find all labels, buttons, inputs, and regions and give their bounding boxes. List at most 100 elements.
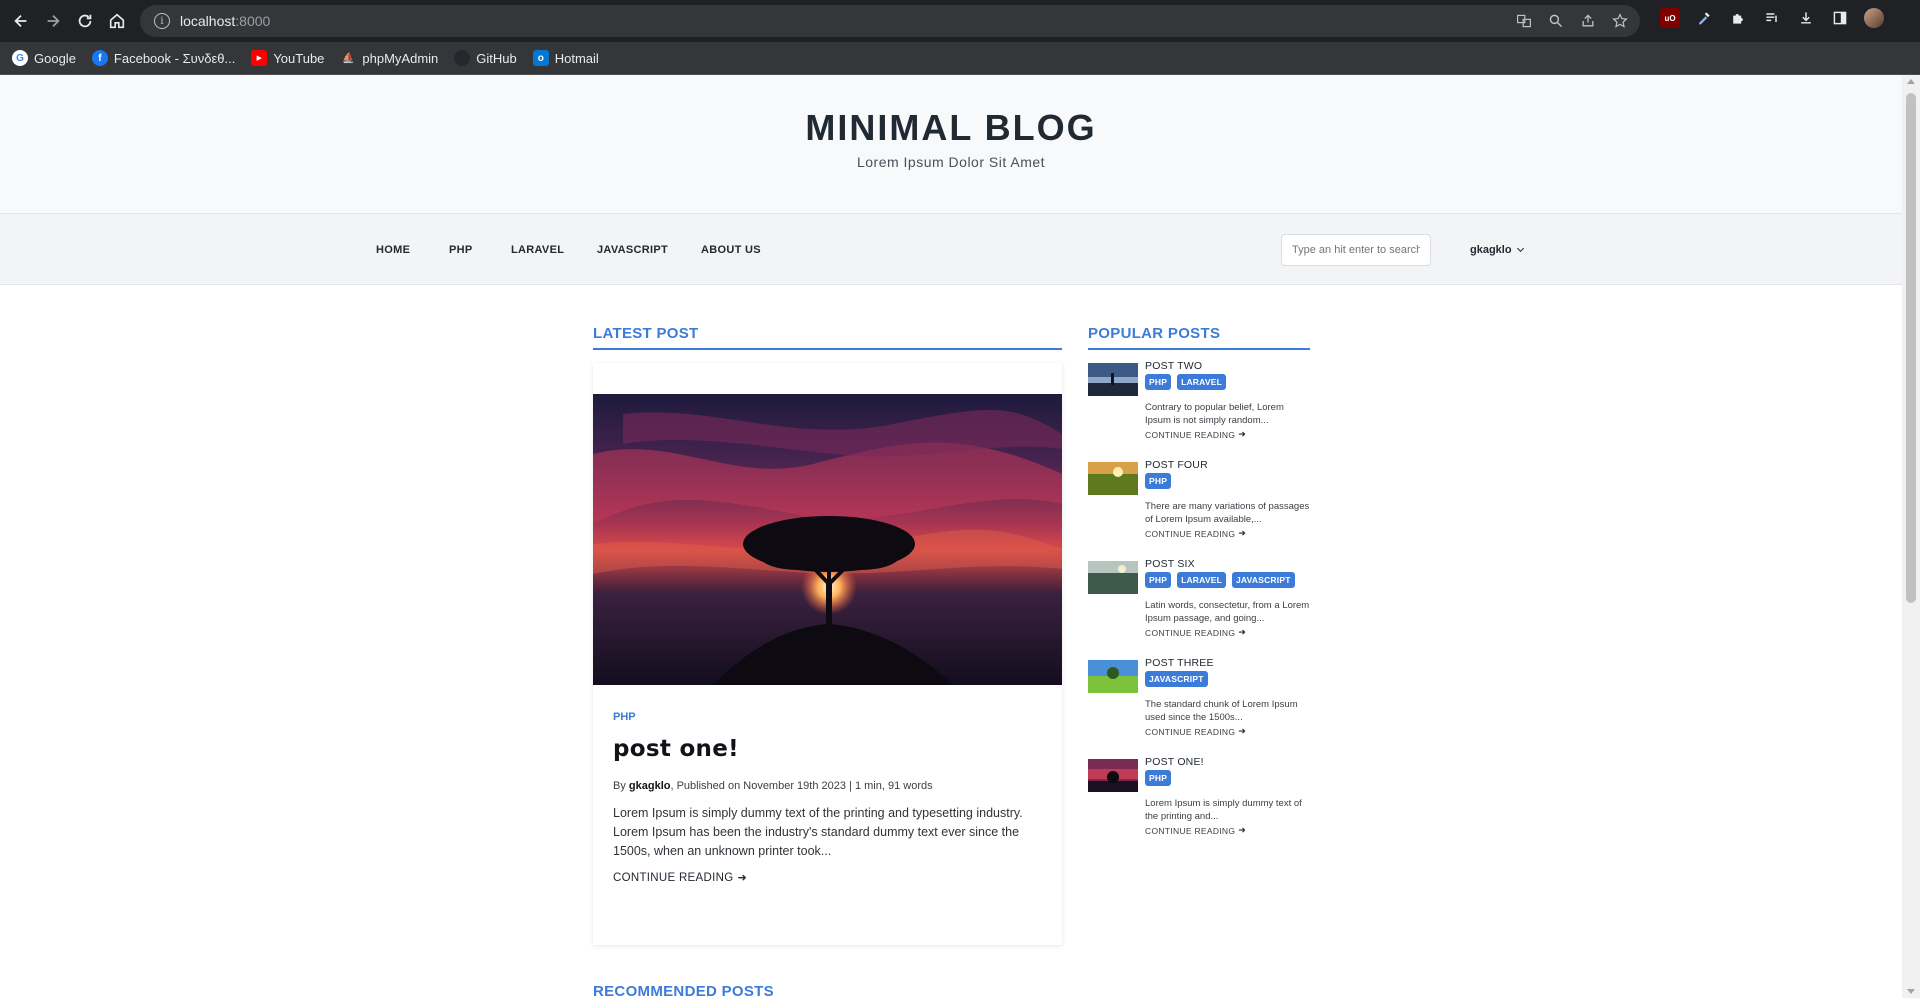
post-author[interactable]: gkagklo — [629, 780, 671, 792]
continue-reading-label: CONTINUE READING — [1145, 528, 1236, 539]
popular-post-title[interactable]: POST SIX — [1145, 558, 1195, 570]
bookmark-facebook[interactable]: f Facebook - Συνδεθ... — [91, 50, 236, 66]
reload-icon[interactable] — [69, 5, 101, 37]
site-info-icon[interactable]: i — [154, 13, 170, 29]
user-name: gkagklo — [1470, 244, 1512, 256]
continue-reading-link[interactable]: CONTINUE READING ➜ — [1145, 627, 1246, 638]
continue-reading-label: CONTINUE READING — [1145, 726, 1236, 737]
popular-post-title[interactable]: POST FOUR — [1145, 459, 1208, 471]
arrow-right-icon: ➜ — [737, 872, 747, 884]
bookmark-google[interactable]: G Google — [12, 50, 76, 66]
page-scrollbar[interactable] — [1902, 75, 1920, 998]
post-thumbnail[interactable] — [1088, 660, 1138, 693]
url-port: :8000 — [235, 13, 271, 29]
post-thumbnail[interactable] — [1088, 363, 1138, 396]
popular-posts-heading: POPULAR POSTS — [1088, 325, 1221, 342]
post-image[interactable] — [593, 394, 1062, 685]
latest-post-card: PHP post one! By gkagklo, Published on N… — [593, 363, 1062, 945]
back-icon[interactable] — [5, 5, 37, 37]
url-host: localhost — [180, 13, 236, 29]
tag-badge[interactable]: PHP — [1145, 374, 1172, 390]
arrow-right-icon: ➜ — [1238, 825, 1247, 835]
continue-reading-link[interactable]: CONTINUE READING ➜ — [1145, 528, 1246, 539]
ublock-extension-icon[interactable]: uO — [1660, 8, 1680, 28]
web-page: MINIMAL BLOG Lorem Ipsum Dolor Sit Amet … — [0, 75, 1902, 998]
popular-post-title[interactable]: POST TWO — [1145, 360, 1202, 372]
bookmark-hotmail[interactable]: o Hotmail — [532, 50, 599, 66]
arrow-right-icon: ➜ — [1238, 627, 1247, 637]
bookmarks-bar: G Google f Facebook - Συνδεθ... ▶ YouTub… — [0, 42, 1920, 75]
continue-reading-link[interactable]: CONTINUE READING ➜ — [613, 871, 747, 885]
bookmark-star-icon[interactable] — [1610, 11, 1630, 31]
home-icon[interactable] — [101, 5, 133, 37]
continue-reading-label: CONTINUE READING — [613, 871, 734, 884]
tag-badge[interactable]: PHP — [1145, 770, 1172, 786]
tag-badge[interactable]: LARAVEL — [1177, 572, 1226, 588]
main-navbar: HOME PHP LARAVEL JAVASCRIPT ABOUT US gka… — [0, 213, 1902, 285]
chevron-down-icon — [1516, 244, 1524, 253]
post-thumbnail[interactable] — [1088, 561, 1138, 594]
bookmark-label: Google — [34, 50, 76, 66]
post-category[interactable]: PHP — [613, 711, 636, 723]
popular-post-tags: PHP — [1145, 473, 1172, 489]
outlook-icon: o — [532, 50, 549, 66]
bookmark-label: Hotmail — [554, 50, 599, 66]
profile-avatar[interactable] — [1864, 8, 1884, 28]
tag-badge[interactable]: PHP — [1145, 572, 1172, 588]
share-icon[interactable] — [1578, 11, 1598, 31]
popular-post-excerpt: Latin words, consectetur, from a Lorem I… — [1145, 600, 1310, 624]
tag-badge[interactable]: LARAVEL — [1177, 374, 1226, 390]
google-icon: G — [12, 50, 28, 66]
search-input[interactable] — [1281, 234, 1431, 266]
popular-post-title[interactable]: POST THREE — [1145, 657, 1214, 669]
bookmark-youtube[interactable]: ▶ YouTube — [251, 50, 324, 66]
nav-php[interactable]: PHP — [449, 244, 473, 256]
scroll-up-icon[interactable] — [1907, 79, 1915, 84]
tag-badge[interactable]: PHP — [1145, 473, 1172, 489]
scrollbar-thumb[interactable] — [1906, 93, 1916, 603]
nav-home[interactable]: HOME — [376, 244, 410, 256]
nav-javascript[interactable]: JAVASCRIPT — [597, 244, 668, 256]
continue-reading-link[interactable]: CONTINUE READING ➜ — [1145, 726, 1246, 737]
bookmark-label: YouTube — [273, 50, 325, 66]
site-header: MINIMAL BLOG Lorem Ipsum Dolor Sit Amet — [0, 75, 1902, 213]
post-title[interactable]: post one! — [613, 736, 739, 762]
translate-icon[interactable] — [1514, 11, 1534, 31]
user-dropdown[interactable]: gkagklo — [1470, 244, 1524, 256]
post-thumbnail[interactable] — [1088, 759, 1138, 792]
bookmark-label: Facebook - Συνδεθ... — [113, 50, 236, 66]
download-icon[interactable] — [1796, 8, 1816, 28]
media-queue-icon[interactable] — [1762, 8, 1782, 28]
popular-post-excerpt: The standard chunk of Lorem Ipsum used s… — [1145, 699, 1298, 723]
youtube-icon: ▶ — [251, 50, 268, 66]
popular-post-title[interactable]: POST ONE! — [1145, 756, 1204, 768]
zoom-icon[interactable] — [1546, 11, 1566, 31]
side-panel-icon[interactable] — [1830, 8, 1850, 28]
continue-reading-label: CONTINUE READING — [1145, 429, 1236, 440]
facebook-icon: f — [91, 50, 108, 66]
tag-badge[interactable]: JAVASCRIPT — [1232, 572, 1295, 588]
popular-post-tags: PHP LARAVEL JAVASCRIPT — [1145, 572, 1295, 588]
popular-post-tags: JAVASCRIPT — [1145, 671, 1208, 687]
nav-about-us[interactable]: ABOUT US — [701, 244, 761, 256]
continue-reading-label: CONTINUE READING — [1145, 825, 1236, 836]
address-bar[interactable]: i localhost:8000 — [140, 5, 1640, 37]
bookmark-phpmyadmin[interactable]: ⛵ phpMyAdmin — [340, 50, 438, 66]
continue-reading-label: CONTINUE READING — [1145, 627, 1236, 638]
bookmark-label: phpMyAdmin — [362, 50, 439, 66]
site-title[interactable]: MINIMAL BLOG — [0, 107, 1902, 149]
extensions-puzzle-icon[interactable] — [1728, 8, 1748, 28]
nav-laravel[interactable]: LARAVEL — [511, 244, 564, 256]
popular-post-excerpt: There are many variations of passages of… — [1145, 501, 1310, 525]
eyedropper-extension-icon[interactable] — [1694, 8, 1714, 28]
scroll-down-icon[interactable] — [1907, 989, 1915, 994]
continue-reading-link[interactable]: CONTINUE READING ➜ — [1145, 825, 1246, 836]
post-thumbnail[interactable] — [1088, 462, 1138, 495]
recommended-posts-heading: RECOMMENDED POSTS — [593, 983, 774, 998]
forward-icon[interactable] — [37, 5, 69, 37]
latest-post-rule — [593, 348, 1062, 350]
continue-reading-link[interactable]: CONTINUE READING ➜ — [1145, 429, 1246, 440]
bookmark-github[interactable]: GitHub — [454, 50, 517, 66]
github-icon — [454, 50, 471, 66]
tag-badge[interactable]: JAVASCRIPT — [1145, 671, 1208, 687]
